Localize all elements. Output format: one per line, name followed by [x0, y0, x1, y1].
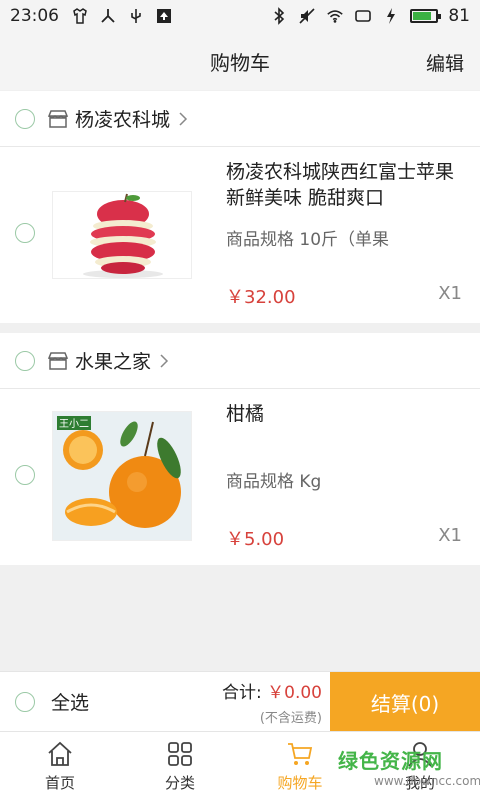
product-name[interactable]: 柑橘: [226, 401, 466, 427]
screen-icon: [354, 7, 372, 25]
store-name[interactable]: 水果之家: [75, 347, 151, 374]
usb-icon: [127, 7, 145, 25]
shipping-note: (不含运费): [259, 711, 322, 726]
status-bar: 23:06 81: [0, 0, 480, 32]
product-quantity: X1: [438, 525, 462, 546]
battery-icon: [410, 9, 442, 23]
upload-icon: [155, 7, 173, 25]
bluetooth-icon: [270, 7, 288, 25]
product-spec: 商品规格 10斤（单果: [226, 230, 390, 250]
tshirt-icon: [71, 7, 89, 25]
product-price: ￥32.00: [226, 287, 296, 308]
checkout-button[interactable]: 结算(0): [330, 672, 480, 732]
mute-icon: [298, 7, 316, 25]
home-icon: [48, 741, 72, 766]
select-all-label[interactable]: 全选: [51, 688, 89, 715]
checkout-bar: 全选 合计: ￥0.00 (不含运费) 结算(0): [0, 671, 480, 732]
charging-icon: [382, 7, 400, 25]
store-header[interactable]: 杨凌农科城: [0, 91, 480, 147]
cart-icon: [288, 742, 313, 765]
status-system-icons: 81: [270, 6, 470, 26]
item-select-radio[interactable]: [15, 223, 35, 243]
cart-item: 杨凌农科城陕西红富士苹果新鲜美味 脆甜爽口 商品规格 10斤（单果 ￥32.00…: [0, 147, 480, 323]
product-name[interactable]: 杨凌农科城陕西红富士苹果新鲜美味 脆甜爽口: [226, 159, 466, 211]
store-name[interactable]: 杨凌农科城: [75, 105, 170, 132]
cart-item: 王小二 柑橘 商品规格 Kg ￥5.00 X1: [0, 389, 480, 565]
shop-icon: [47, 351, 69, 370]
store-group: 杨凌农科城 杨凌农科城陕西红富士苹果新鲜美味 脆甜爽口 商品规格 10斤（单果 …: [0, 91, 480, 323]
tab-label: 购物车: [277, 773, 323, 792]
chevron-right-icon[interactable]: [159, 353, 169, 369]
watermark: 绿色资源网 www.downcc.com: [338, 745, 480, 789]
store-select-radio[interactable]: [15, 350, 35, 371]
shop-icon: [47, 109, 69, 128]
watermark-url: www.downcc.com: [374, 774, 480, 788]
total-label: 合计:: [222, 683, 262, 703]
total-amount: ￥0.00: [267, 683, 322, 703]
page-title: 购物车: [210, 50, 270, 75]
product-spec: 商品规格 Kg: [226, 472, 322, 492]
status-notification-icons: [71, 7, 173, 25]
thumb-badge: 王小二: [59, 418, 89, 430]
tab-home[interactable]: 首页: [0, 732, 120, 800]
watermark-title: 绿色资源网: [338, 749, 443, 773]
store-header[interactable]: 水果之家: [0, 333, 480, 389]
product-image-orange[interactable]: 王小二: [52, 411, 192, 541]
share-icon: [99, 7, 117, 25]
item-select-radio[interactable]: [15, 465, 35, 485]
tab-label: 分类: [164, 773, 195, 792]
edit-button[interactable]: 编辑: [426, 49, 464, 76]
store-select-radio[interactable]: [15, 108, 35, 129]
tab-label: 首页: [44, 773, 75, 792]
store-group: 水果之家 王小二 柑橘 商品规格 Kg ￥5.00 X1: [0, 333, 480, 565]
wifi-icon: [326, 7, 344, 25]
select-all-radio[interactable]: [15, 691, 35, 712]
product-quantity: X1: [438, 283, 462, 304]
tab-category[interactable]: 分类: [120, 732, 240, 800]
product-image-apple[interactable]: [52, 191, 192, 279]
chevron-right-icon[interactable]: [178, 111, 188, 127]
grid-icon: [168, 741, 192, 766]
product-price: ￥5.00: [226, 529, 285, 550]
total-line: 合计: ￥0.00: [222, 678, 322, 703]
nav-bar: 购物车 编辑: [0, 32, 480, 90]
status-time: 23:06: [10, 6, 59, 26]
battery-level: 81: [448, 6, 470, 26]
total-summary: 合计: ￥0.00 (不含运费): [222, 678, 322, 726]
